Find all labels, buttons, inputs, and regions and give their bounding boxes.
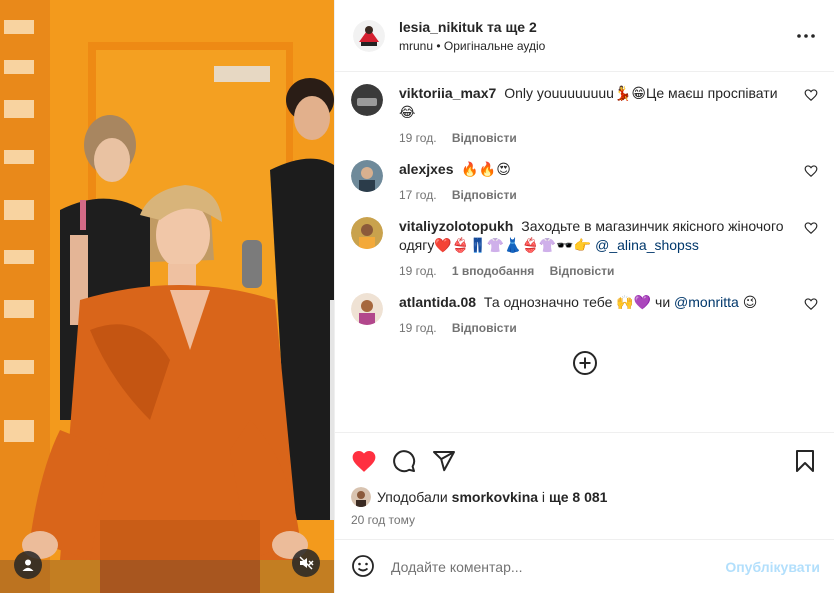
post-time-ago[interactable]: 20 год тому	[351, 513, 818, 527]
comment-item: atlantida.08 Та однозначно тебе 🙌💜 чи @m…	[351, 293, 818, 336]
post-header-text: lesia_nikituk та ще 2 mrunu • Оригінальн…	[399, 18, 794, 54]
comment-text: Та однозначно тебе 🙌💜 чи	[483, 294, 671, 310]
comment-time[interactable]: 19 год.	[399, 264, 437, 278]
more-options-button[interactable]	[794, 24, 818, 48]
publish-button[interactable]: Опублікувати	[725, 559, 820, 575]
owner-username[interactable]: lesia_nikituk	[399, 19, 483, 35]
comment-like-icon[interactable]	[804, 88, 818, 102]
commenter-avatar[interactable]	[351, 160, 383, 192]
liker-username[interactable]: smorkovkina	[452, 489, 538, 505]
likes-count[interactable]: ще 8 081	[549, 489, 608, 505]
comment-mention[interactable]: @monritta	[674, 294, 739, 310]
bookmark-icon	[796, 450, 814, 472]
likes-prefix: Уподобали	[377, 489, 448, 505]
post-dialog: lesia_nikituk та ще 2 mrunu • Оригінальн…	[0, 0, 834, 593]
likes-summary: Уподобали smorkovkina і ще 8 081	[351, 487, 818, 507]
like-button[interactable]	[351, 448, 377, 474]
comments-list[interactable]: viktoriia_max7 Only youuuuuuuu💃😁Це маєш …	[335, 72, 834, 432]
reply-button[interactable]: Відповісти	[452, 131, 517, 145]
comment-username[interactable]: vitaliyzolotopukh	[399, 218, 513, 234]
comment-like-icon[interactable]	[804, 297, 818, 311]
post-header: lesia_nikituk та ще 2 mrunu • Оригінальн…	[335, 0, 834, 72]
comment-likes-count[interactable]: 1 вподобання	[452, 264, 534, 278]
mute-button[interactable]	[292, 549, 320, 577]
post-side-panel: lesia_nikituk та ще 2 mrunu • Оригінальн…	[334, 0, 834, 593]
more-dots-icon	[797, 33, 815, 38]
collab-label[interactable]: та ще 2	[487, 19, 537, 35]
comment-username[interactable]: atlantida.08	[399, 294, 476, 310]
comment-item: vitaliyzolotopukh Заходьте в магазинчик …	[351, 217, 818, 279]
likes-middle: і	[541, 489, 546, 505]
comment-time[interactable]: 19 год.	[399, 131, 437, 145]
user-icon	[22, 559, 34, 571]
separator-dot: •	[436, 38, 441, 53]
reply-button[interactable]: Відповісти	[550, 264, 615, 278]
audio-link[interactable]: Оригінальне аудіо	[444, 39, 545, 53]
save-button[interactable]	[792, 448, 818, 474]
comment-like-icon[interactable]	[804, 164, 818, 178]
emoji-button[interactable]	[351, 554, 377, 580]
video-frame-illustration	[0, 0, 334, 593]
post-video[interactable]	[0, 0, 334, 593]
commenter-avatar[interactable]	[351, 84, 383, 116]
share-button[interactable]	[431, 448, 457, 474]
paper-plane-icon	[433, 451, 455, 472]
comment-username[interactable]: alexjxes	[399, 161, 454, 177]
audio-owner[interactable]: mrunu	[399, 39, 433, 53]
muted-speaker-icon	[299, 556, 314, 570]
speech-bubble-icon	[393, 450, 416, 473]
comment-text-suffix: 😉	[738, 294, 758, 310]
smiley-icon	[352, 554, 374, 577]
comment-input[interactable]	[391, 558, 726, 575]
plus-circle-icon[interactable]	[572, 350, 598, 376]
owner-avatar[interactable]	[353, 19, 385, 52]
user-tag-button[interactable]	[14, 551, 42, 579]
heart-filled-icon	[352, 451, 376, 472]
comment-username[interactable]: viktoriia_max7	[399, 85, 496, 101]
comment-button[interactable]	[391, 448, 417, 474]
comment-text: 🔥🔥😍	[461, 161, 511, 177]
comment-item: alexjxes 🔥🔥😍 17 год. Відповісти	[351, 160, 818, 203]
commenter-avatar[interactable]	[351, 293, 383, 325]
add-comment-bar: Опублікувати	[335, 539, 834, 593]
commenter-avatar[interactable]	[351, 217, 383, 249]
comment-mention[interactable]: @_alina_shopss	[595, 237, 699, 253]
reply-button[interactable]: Відповісти	[452, 321, 517, 335]
comment-item: viktoriia_max7 Only youuuuuuuu💃😁Це маєш …	[351, 84, 818, 146]
post-actions: Уподобали smorkovkina і ще 8 081 20 год …	[335, 432, 834, 527]
comment-time[interactable]: 19 год.	[399, 321, 437, 335]
liker-avatar[interactable]	[351, 487, 371, 507]
reply-button[interactable]: Відповісти	[452, 188, 517, 202]
comment-time[interactable]: 17 год.	[399, 188, 437, 202]
comment-like-icon[interactable]	[804, 221, 818, 235]
